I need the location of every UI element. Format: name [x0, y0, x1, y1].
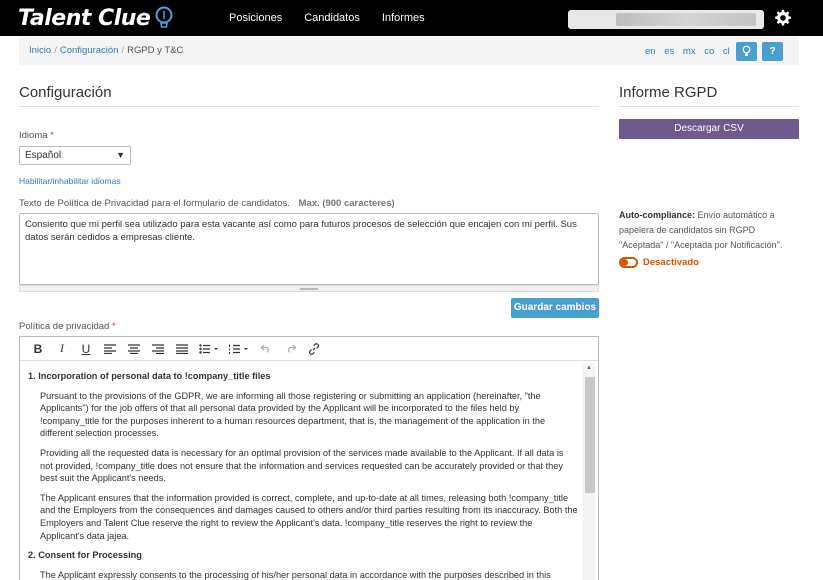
language-switcher: en es mx co cl — [645, 46, 736, 57]
numbered-list-icon[interactable] — [224, 340, 254, 358]
nav-candidatos[interactable]: Candidatos — [304, 12, 360, 24]
lightbulb-logo-icon — [155, 6, 173, 28]
breadcrumb: Inicio / Configuración / RGPD y T&C — [29, 45, 183, 56]
download-csv-button[interactable]: Descargar CSV — [619, 119, 799, 139]
privacy-text-textarea[interactable]: Consiento que mi perfil sea utilizado pa… — [19, 213, 599, 285]
align-justify-icon[interactable] — [170, 340, 194, 358]
lang-en[interactable]: en — [645, 46, 656, 57]
privacy-text-label: Texto de Política de Privacidad para el … — [19, 198, 395, 209]
lang-es[interactable]: es — [664, 46, 674, 57]
help-button[interactable]: ? — [762, 42, 783, 61]
auto-compliance-label: Auto-compliance: — [619, 210, 696, 220]
editor-content[interactable]: 1. Incorporation of personal data to !co… — [28, 370, 578, 580]
privacy-text-label-text: Texto de Política de Privacidad para el … — [19, 198, 290, 209]
main-nav: Posiciones Candidatos Informes — [229, 0, 447, 36]
align-center-icon[interactable] — [122, 340, 146, 358]
paragraph: The Applicant ensures that the informati… — [40, 492, 578, 541]
enable-languages-link[interactable]: Habilitar/inhabilitar idiomas — [19, 176, 121, 186]
section-title: 1. Incorporation of personal data to !co… — [28, 371, 271, 381]
align-left-icon[interactable] — [98, 340, 122, 358]
rgpd-title: Informe RGPD — [619, 84, 718, 101]
policy-label-text: Política de privacidad — [19, 321, 110, 332]
talent-clue-logo[interactable]: Talent Clue — [18, 3, 174, 33]
link-icon[interactable] — [302, 340, 326, 358]
save-button[interactable]: Guardar cambios — [511, 298, 599, 318]
nav-informes[interactable]: Informes — [382, 12, 425, 24]
breadcrumb-config[interactable]: Configuración — [60, 45, 119, 56]
logo-text: Talent Clue — [18, 5, 151, 31]
bold-icon[interactable]: B — [26, 340, 50, 358]
top-navbar: Talent Clue Posiciones Candidatos Inform… — [0, 0, 823, 36]
policy-label: Política de privacidad * — [19, 321, 116, 332]
auto-compliance-toggle[interactable] — [619, 257, 638, 268]
auto-compliance-text: Auto-compliance: Envío automático a pape… — [619, 208, 799, 253]
toggle-knob — [621, 259, 628, 266]
breadcrumb-home[interactable]: Inicio — [29, 45, 51, 56]
editor-toolbar: B I U — [20, 337, 598, 361]
undo-icon[interactable] — [254, 340, 278, 358]
divider — [619, 106, 799, 107]
user-account-box[interactable] — [568, 10, 764, 29]
language-label: Idioma * — [19, 130, 54, 141]
breadcrumb-current: RGPD y T&C — [127, 45, 184, 56]
required-mark: * — [111, 321, 116, 332]
config-title: Configuración — [19, 84, 112, 101]
privacy-text-max: Max. (900 caracteres) — [298, 198, 395, 209]
breadcrumb-bar: Inicio / Configuración / RGPD y T&C en es mx… — [19, 37, 799, 65]
italic-icon[interactable]: I — [50, 340, 74, 358]
gear-icon[interactable] — [774, 9, 792, 27]
help-label: ? — [769, 46, 776, 57]
paragraph: The Applicant expressly consents to the … — [40, 569, 551, 580]
breadcrumb-separator: / — [54, 45, 57, 56]
paragraph: Pursuant to the provisions of the GDPR, … — [40, 390, 546, 439]
editor-scroll-thumb[interactable] — [585, 377, 595, 493]
lang-co[interactable]: co — [704, 46, 714, 57]
toggle-state-label: Desactivado — [643, 257, 699, 268]
textarea-resize-handle[interactable] — [19, 285, 599, 292]
bullet-list-icon[interactable] — [194, 340, 224, 358]
section-title: 2. Consent for Processing — [28, 550, 142, 561]
breadcrumb-separator: / — [121, 45, 125, 56]
lightbulb-icon — [742, 45, 751, 56]
language-select[interactable]: Español ▼ — [19, 146, 131, 165]
redo-icon[interactable] — [278, 340, 302, 358]
dropdown-arrow-icon: ▼ — [116, 150, 125, 160]
paragraph: Providing all the requested data is nece… — [40, 447, 564, 484]
lang-mx[interactable]: mx — [683, 46, 696, 57]
language-label-text: Idioma — [19, 130, 48, 141]
nav-posiciones[interactable]: Posiciones — [229, 12, 282, 24]
align-right-icon[interactable] — [146, 340, 170, 358]
underline-icon[interactable]: U — [74, 340, 98, 358]
tips-button[interactable] — [736, 42, 757, 61]
lang-cl[interactable]: cl — [723, 46, 730, 57]
language-select-value: Español — [25, 150, 62, 161]
blurred-user-name — [616, 13, 756, 26]
required-mark: * — [50, 130, 54, 141]
divider — [19, 106, 599, 107]
policy-editor[interactable]: B I U 1. Incorporation of personal data … — [19, 336, 599, 580]
scroll-up-arrow-icon[interactable]: ▲ — [586, 365, 592, 371]
